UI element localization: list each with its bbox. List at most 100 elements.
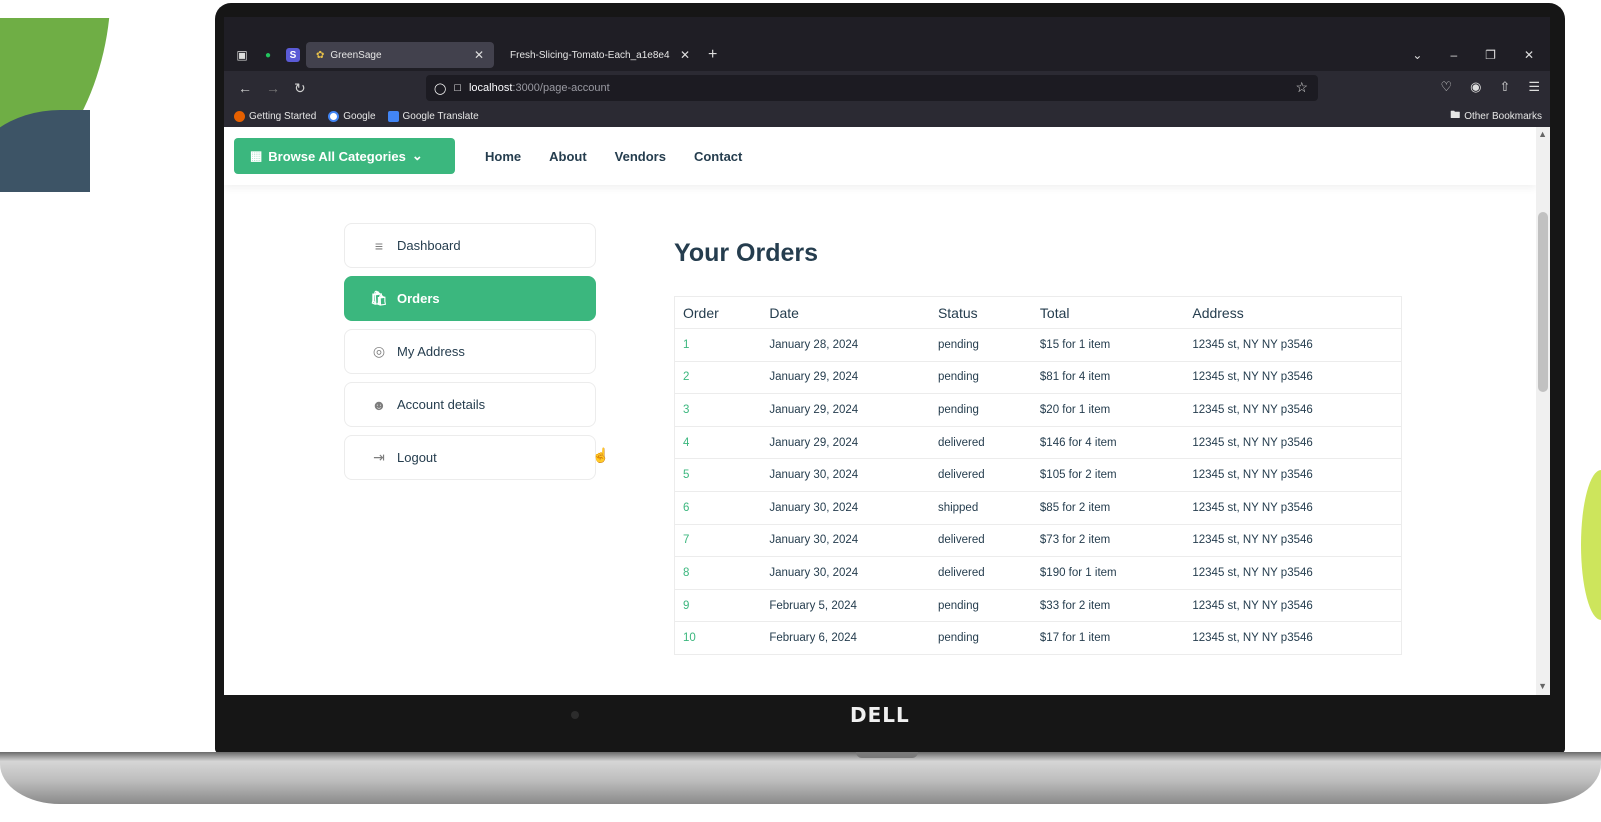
sidebar-item-account-details[interactable]: ☻ Account details	[344, 382, 596, 427]
sidebar-item-label: Orders	[397, 291, 440, 306]
grid-icon: ▦	[250, 148, 263, 163]
order-address: 12345 st, NY NY p3546	[1184, 328, 1402, 362]
share-icon[interactable]: ⇧	[1499, 79, 1510, 95]
other-bookmarks[interactable]: 🖿 Other Bookmarks	[1450, 108, 1550, 125]
sidebar-item-label: My Address	[397, 344, 465, 359]
location-pin-icon: ◎	[372, 343, 386, 359]
menu-home[interactable]: Home	[485, 149, 521, 164]
tab-title: GreenSage	[330, 49, 382, 61]
order-number-link[interactable]: 1	[674, 328, 762, 362]
browse-categories-button[interactable]: ▦ Browse All Categories ⌄	[234, 138, 455, 174]
table-row: 8 January 30, 2024 delivered $190 for 1 ite…	[674, 556, 1402, 590]
column-header-status: Status	[929, 296, 1032, 329]
page-icon: □	[454, 82, 461, 94]
hand-cursor-icon: ☝	[592, 447, 610, 463]
tab-overview-icon[interactable]: ▣	[234, 47, 250, 63]
page-title: Your Orders	[674, 239, 819, 267]
order-address: 12345 st, NY NY p3546	[1184, 426, 1402, 460]
url-host: localhost	[468, 82, 513, 94]
close-window-icon[interactable]: ✕	[1524, 48, 1534, 62]
new-tab-icon[interactable]: +	[708, 46, 717, 64]
sidebar-item-label: Account details	[397, 397, 486, 412]
column-header-total: Total	[1031, 296, 1185, 329]
order-status: shipped	[929, 491, 1032, 525]
order-date: January 29, 2024	[761, 361, 930, 395]
order-date: January 30, 2024	[761, 491, 930, 525]
sidebar-item-my-address[interactable]: ◎ My Address	[344, 329, 596, 374]
menu-icon[interactable]: ☰	[1528, 79, 1540, 95]
back-icon[interactable]: ←	[238, 80, 252, 96]
order-total: $105 for 2 item	[1031, 458, 1185, 492]
table-row: 7 January 30, 2024 delivered $73 for 2 item…	[674, 524, 1402, 558]
table-row: 10 February 6, 2024 pending $17 for 1 item 1…	[674, 621, 1402, 655]
order-number-link[interactable]: 8	[674, 556, 762, 590]
tab-list-icon[interactable]: ⌄	[1412, 48, 1422, 62]
dell-logo: DELL	[850, 703, 910, 727]
bag-icon: 🛍	[370, 290, 388, 306]
order-total: $15 for 1 item	[1031, 328, 1185, 362]
other-bookmarks-label: Other Bookmarks	[1464, 110, 1542, 122]
order-date: January 30, 2024	[761, 556, 930, 590]
bookmark-google-translate[interactable]: Google Translate	[387, 110, 479, 122]
favicon-icon: ✿	[316, 49, 325, 61]
firefox-icon	[234, 110, 245, 122]
forward-icon[interactable]: →	[266, 80, 280, 96]
sidebar-item-label: Dashboard	[397, 238, 461, 253]
logout-icon: ⇥	[373, 449, 385, 465]
pocket-icon[interactable]: ♡	[1440, 79, 1452, 95]
tab-greensage[interactable]: ✿ GreenSage ✕	[306, 42, 494, 68]
order-number-link[interactable]: 2	[674, 361, 762, 395]
order-number-link[interactable]: 10	[674, 621, 762, 655]
order-status: delivered	[929, 426, 1032, 460]
order-number-link[interactable]: 6	[674, 491, 762, 525]
shield-icon: ◯	[434, 82, 447, 95]
orders-panel: Your Orders Order Date Status Total Address …	[674, 233, 1402, 655]
close-tab-icon[interactable]: ✕	[474, 48, 484, 62]
sidebar-item-logout[interactable]: ⇥ Logout	[344, 435, 596, 480]
sliders-icon: ≡	[374, 237, 384, 254]
order-number-link[interactable]: 3	[674, 393, 762, 427]
bookmark-getting-started[interactable]: Getting Started	[234, 110, 317, 122]
tab-title: Fresh-Slicing-Tomato-Each_a1e8e4	[510, 49, 670, 61]
close-tab-icon[interactable]: ✕	[680, 48, 690, 62]
translate-icon	[387, 110, 399, 122]
column-header-date: Date	[761, 296, 930, 329]
bookmark-google[interactable]: Google	[328, 110, 376, 122]
laptop-base	[0, 752, 1601, 804]
menu-contact[interactable]: Contact	[694, 149, 742, 164]
order-number-link[interactable]: 4	[674, 426, 762, 460]
restore-icon[interactable]: ❐	[1485, 48, 1496, 62]
order-status: delivered	[929, 524, 1032, 558]
bookmark-star-icon[interactable]: ☆	[1295, 79, 1308, 96]
order-number-link[interactable]: 9	[674, 589, 762, 623]
menu-vendors[interactable]: Vendors	[615, 149, 666, 164]
sidebar-item-orders[interactable]: 🛍 Orders	[344, 276, 596, 321]
bookmark-label: Google	[343, 110, 376, 122]
reload-icon[interactable]: ↻	[294, 80, 306, 97]
order-total: $17 for 1 item	[1031, 621, 1185, 655]
scroll-down-icon[interactable]: ▼	[1538, 681, 1547, 691]
order-number-link[interactable]: 5	[674, 458, 762, 492]
order-date: January 30, 2024	[761, 458, 930, 492]
tab-product[interactable]: Fresh-Slicing-Tomato-Each_a1e8e4 ✕	[500, 42, 700, 68]
menu-about[interactable]: About	[549, 149, 587, 164]
scrollbar-thumb[interactable]	[1538, 212, 1548, 392]
folder-icon: 🖿	[1450, 109, 1461, 121]
bookmarks-bar: Getting Started Google Google Translate …	[224, 105, 1550, 127]
order-total: $81 for 4 item	[1031, 361, 1185, 395]
sidebar-item-dashboard[interactable]: ≡ Dashboard	[344, 223, 596, 268]
address-bar[interactable]: ◯ □ localhost:3000/page-account ☆	[426, 75, 1318, 101]
table-row: 2 January 29, 2024 pending $81 for 4 item 12…	[674, 361, 1402, 395]
order-number-link[interactable]: 7	[674, 524, 762, 558]
order-date: February 6, 2024	[761, 621, 930, 655]
minimize-icon[interactable]: –	[1450, 48, 1457, 62]
account-icon[interactable]: ◉	[1470, 79, 1481, 95]
scroll-up-icon[interactable]: ▲	[1538, 129, 1547, 139]
bookmark-label: Getting Started	[249, 110, 317, 122]
table-row: 4 January 29, 2024 delivered $146 for 4 ite…	[674, 426, 1402, 460]
order-status: pending	[929, 393, 1032, 427]
mongodb-icon[interactable]: ●	[260, 47, 276, 63]
laptop-camera	[571, 711, 579, 719]
order-address: 12345 st, NY NY p3546	[1184, 589, 1402, 623]
extension-s-icon[interactable]: S	[286, 48, 300, 62]
